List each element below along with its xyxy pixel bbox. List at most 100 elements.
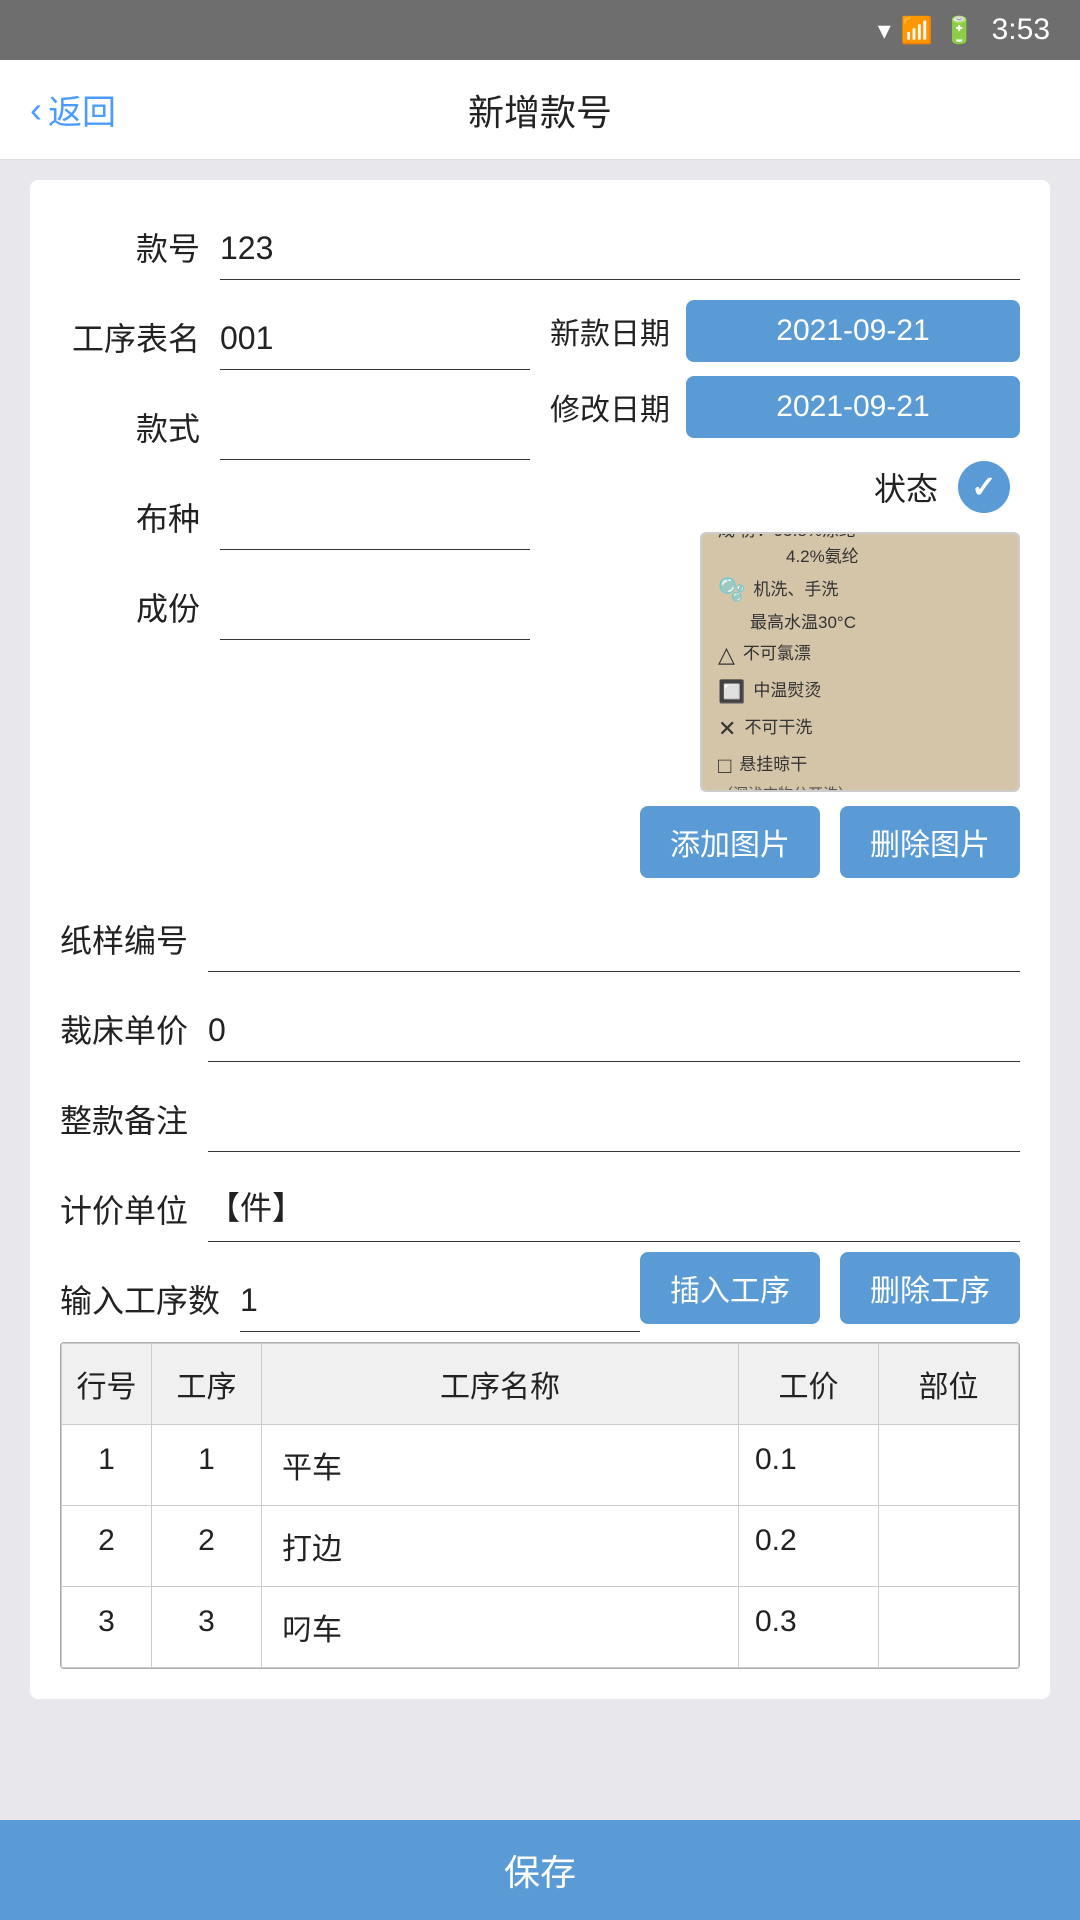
cell-process-no: 3 bbox=[152, 1587, 262, 1668]
back-button[interactable]: ‹ 返回 bbox=[30, 85, 116, 134]
fabric-line-1: 4.2%氨纶 bbox=[718, 544, 859, 570]
back-arrow-icon: ‹ bbox=[30, 89, 42, 131]
form-section: 款号 123 工序表名 001 款式 bbox=[30, 180, 1050, 1699]
style-label: 款式 bbox=[60, 404, 220, 460]
left-col: 工序表名 001 款式 布种 bbox=[60, 290, 530, 892]
insert-process-button[interactable]: 插入工序 bbox=[640, 1252, 820, 1324]
cell-part bbox=[879, 1506, 1019, 1587]
fabric-row: 布种 bbox=[60, 470, 530, 550]
content-area: 款号 123 工序表名 001 款式 bbox=[0, 160, 1080, 1839]
cell-part bbox=[879, 1587, 1019, 1668]
fabric-wash-row: 🫧 机洗、手洗 bbox=[718, 573, 838, 606]
top-nav: ‹ 返回 新增款号 bbox=[0, 60, 1080, 160]
unit-input[interactable]: 【件】 bbox=[208, 1179, 1020, 1242]
cell-price: 0.3 bbox=[739, 1587, 879, 1668]
new-date-button[interactable]: 2021-09-21 bbox=[686, 300, 1020, 362]
paper-no-value bbox=[208, 955, 1020, 963]
style-row: 款式 bbox=[60, 380, 530, 460]
cell-process-no: 1 bbox=[152, 1425, 262, 1506]
hang-icon: □ bbox=[718, 749, 731, 782]
paper-no-row: 纸样编号 bbox=[60, 892, 1020, 972]
page-title: 新增款号 bbox=[468, 84, 612, 136]
col-header-price: 工价 bbox=[739, 1344, 879, 1425]
cut-price-row: 裁床单价 0 bbox=[60, 982, 1020, 1062]
cell-process-no: 2 bbox=[152, 1506, 262, 1587]
wifi-icon: ▾ bbox=[878, 15, 891, 46]
add-image-button[interactable]: 添加图片 bbox=[640, 806, 820, 878]
process-name-value: 001 bbox=[220, 316, 530, 361]
cut-price-value: 0 bbox=[208, 1008, 1020, 1053]
style-no-label: 款号 bbox=[60, 224, 220, 280]
cell-row-no: 3 bbox=[62, 1587, 152, 1668]
table-row[interactable]: 2 2 打边 0.2 bbox=[62, 1506, 1019, 1587]
fabric-image-area: 成 份：95.8%涤纶 4.2%氨纶 🫧 机洗、手洗 最高水温30°C △ 不可… bbox=[700, 532, 1020, 792]
process-name-label: 工序表名 bbox=[60, 314, 220, 370]
composition-input[interactable] bbox=[220, 623, 530, 640]
fabric-line-8: （深浅衣物分开洗） bbox=[718, 784, 853, 793]
signal-icon: 📶 bbox=[901, 15, 933, 46]
unit-label: 计价单位 bbox=[60, 1186, 208, 1242]
process-count-row: 输入工序数 1 插入工序 删除工序 bbox=[60, 1252, 1020, 1332]
process-count-input[interactable]: 1 bbox=[240, 1278, 640, 1332]
fabric-no-bleach-row: △ 不可氯漂 bbox=[718, 638, 811, 671]
composition-label: 成份 bbox=[60, 584, 220, 640]
style-input[interactable] bbox=[220, 443, 530, 460]
cut-price-input[interactable]: 0 bbox=[208, 1008, 1020, 1062]
delete-process-button[interactable]: 删除工序 bbox=[840, 1252, 1020, 1324]
new-date-label: 新款日期 bbox=[550, 309, 670, 353]
process-table-element: 行号 工序 工序名称 工价 部位 1 1 平车 0.1 2 2 打边 0.2 bbox=[61, 1343, 1019, 1668]
back-label: 返回 bbox=[48, 85, 116, 134]
cell-name: 平车 bbox=[262, 1425, 739, 1506]
process-count-label: 输入工序数 bbox=[60, 1276, 240, 1332]
status-time: 3:53 bbox=[992, 13, 1050, 47]
delete-image-button[interactable]: 删除图片 bbox=[840, 806, 1020, 878]
unit-value: 【件】 bbox=[208, 1179, 1020, 1233]
process-name-row: 工序表名 001 bbox=[60, 290, 530, 370]
col-header-name: 工序名称 bbox=[262, 1344, 739, 1425]
note-value bbox=[208, 1135, 1020, 1143]
fabric-label-image: 成 份：95.8%涤纶 4.2%氨纶 🫧 机洗、手洗 最高水温30°C △ 不可… bbox=[702, 534, 1018, 790]
paper-no-input[interactable] bbox=[208, 955, 1020, 972]
status-checkbox[interactable] bbox=[958, 461, 1010, 513]
cell-row-no: 2 bbox=[62, 1506, 152, 1587]
save-bar[interactable]: 保存 bbox=[0, 1820, 1080, 1920]
composition-value bbox=[220, 623, 530, 631]
process-table: 行号 工序 工序名称 工价 部位 1 1 平车 0.1 2 2 打边 0.2 bbox=[60, 1342, 1020, 1669]
process-count-value: 1 bbox=[240, 1278, 640, 1323]
table-header-row: 行号 工序 工序名称 工价 部位 bbox=[62, 1344, 1019, 1425]
style-value bbox=[220, 443, 530, 451]
note-input[interactable] bbox=[208, 1135, 1020, 1152]
iron-icon: 🔲 bbox=[718, 675, 745, 708]
modify-date-label: 修改日期 bbox=[550, 385, 670, 429]
fabric-input[interactable] bbox=[220, 533, 530, 550]
image-buttons: 添加图片 删除图片 bbox=[550, 806, 1020, 878]
paper-no-label: 纸样编号 bbox=[60, 916, 208, 972]
no-dry-icon: ✕ bbox=[718, 712, 736, 745]
no-bleach-icon: △ bbox=[718, 638, 735, 671]
cell-price: 0.2 bbox=[739, 1506, 879, 1587]
cell-name: 打边 bbox=[262, 1506, 739, 1587]
fabric-line-0: 成 份：95.8%涤纶 bbox=[718, 532, 856, 544]
process-name-input[interactable]: 001 bbox=[220, 316, 530, 370]
style-no-input-wrap[interactable]: 123 bbox=[220, 226, 1020, 280]
style-no-row: 款号 123 bbox=[60, 200, 1020, 280]
table-row[interactable]: 3 3 叼车 0.3 bbox=[62, 1587, 1019, 1668]
modify-date-button[interactable]: 2021-09-21 bbox=[686, 376, 1020, 438]
cell-part bbox=[879, 1425, 1019, 1506]
cut-price-label: 裁床单价 bbox=[60, 1006, 208, 1062]
status-bar: ▾ 📶 🔋 3:53 bbox=[0, 0, 1080, 60]
cell-name: 叼车 bbox=[262, 1587, 739, 1668]
right-col: 新款日期 2021-09-21 修改日期 2021-09-21 状态 成 份：9… bbox=[550, 290, 1020, 892]
fabric-line-3: 最高水温30°C bbox=[718, 610, 856, 636]
fabric-label: 布种 bbox=[60, 494, 220, 550]
unit-row: 计价单位 【件】 bbox=[60, 1162, 1020, 1242]
fabric-no-dry-row: ✕ 不可干洗 bbox=[718, 712, 812, 745]
save-button-label: 保存 bbox=[504, 1844, 576, 1896]
wash-icon: 🫧 bbox=[718, 573, 745, 606]
fabric-line-2: 机洗、手洗 bbox=[753, 577, 838, 603]
table-row[interactable]: 1 1 平车 0.1 bbox=[62, 1425, 1019, 1506]
fabric-value bbox=[220, 533, 530, 541]
note-row: 整款备注 bbox=[60, 1072, 1020, 1152]
bottom-spacer bbox=[30, 1699, 1050, 1819]
col-header-row-no: 行号 bbox=[62, 1344, 152, 1425]
